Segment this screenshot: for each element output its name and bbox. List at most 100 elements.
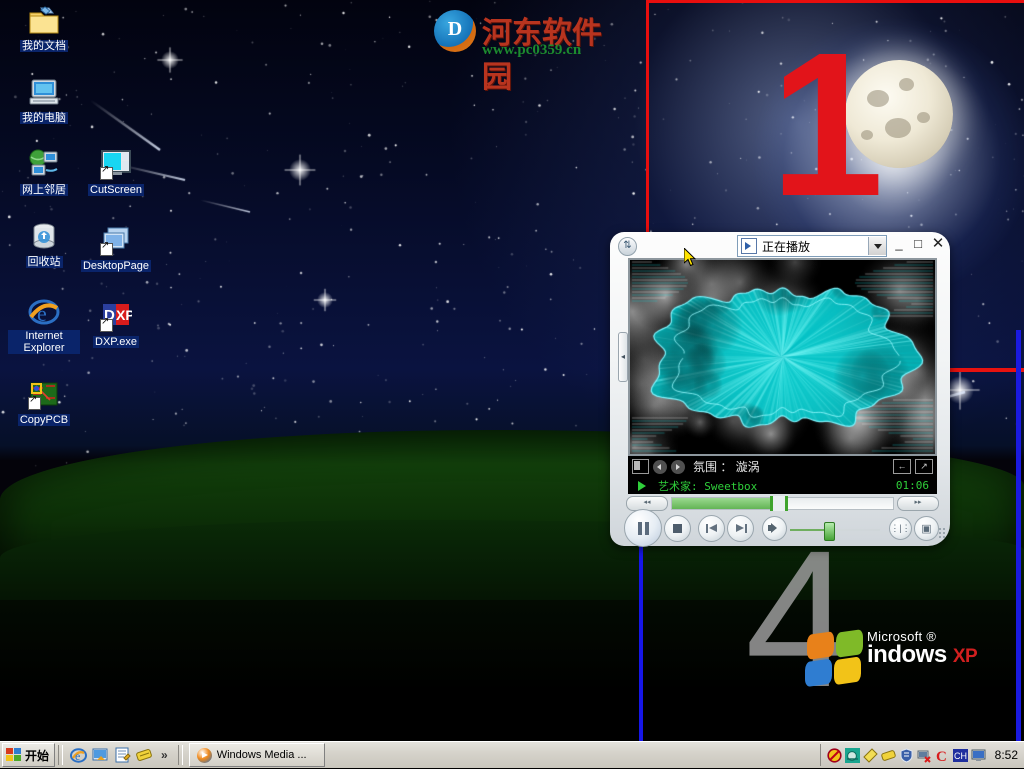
- taskbar-divider-2: [177, 745, 183, 765]
- desktop-icon-internet-explorer-label: Internet Explorer: [8, 330, 80, 354]
- next-button[interactable]: [727, 515, 754, 542]
- mute-button[interactable]: [762, 516, 787, 541]
- player-orb-button[interactable]: ⇅: [618, 237, 637, 256]
- elapsed-time: 01:06: [895, 479, 929, 492]
- visualization-frame[interactable]: [628, 258, 937, 456]
- pause-icon: [637, 521, 649, 535]
- tray-icon-display[interactable]: [971, 748, 986, 763]
- desktop-icon-copypcb[interactable]: CopyPCB: [8, 378, 80, 428]
- resize-grip[interactable]: [939, 528, 946, 538]
- tray-icon-winamp[interactable]: [880, 748, 896, 763]
- stop-icon: [673, 524, 682, 533]
- seek-slider[interactable]: [671, 496, 894, 511]
- xp-windows-text: indows: [867, 641, 947, 668]
- desktop-icon-cutscreen[interactable]: CutScreen: [80, 148, 152, 198]
- desktop-icon-my-documents-label: 我的文档: [20, 40, 68, 52]
- desktop-icon-network[interactable]: 网上邻居: [8, 148, 80, 198]
- start-button[interactable]: 开始: [2, 743, 56, 767]
- viz-next-button[interactable]: [671, 459, 685, 474]
- annotation-red-line-horizontal: [940, 368, 1024, 372]
- quick-launch-internet-explorer[interactable]: e: [70, 747, 88, 764]
- visualization-canvas[interactable]: [630, 260, 935, 454]
- windows-xp-logo: Microsoft ® indows XP: [805, 625, 1020, 697]
- seek-row[interactable]: ◂◂ ▸▸: [626, 496, 939, 511]
- player-collapse-handle[interactable]: ◂: [618, 332, 628, 382]
- close-button[interactable]: ✕: [930, 236, 946, 252]
- previous-icon: [705, 523, 718, 534]
- desktop-icon-dxp-exe-label: DXP.exe: [93, 336, 139, 348]
- quick-launch-overflow[interactable]: »: [158, 748, 171, 762]
- volume-track: [790, 529, 880, 531]
- quick-launch-notepad[interactable]: [114, 747, 131, 764]
- chevron-down-icon[interactable]: [868, 237, 886, 255]
- watermark-logo-letter: D: [447, 18, 463, 40]
- desktop-icon-cutscreen-glyph: [100, 148, 132, 180]
- svg-text:e: e: [37, 301, 47, 326]
- taskbar[interactable]: 开始 e » Windows Media ... C CH 8:52: [0, 741, 1024, 768]
- viz-expand-button[interactable]: ↗: [915, 459, 933, 474]
- taskbar-clock[interactable]: 8:52: [995, 748, 1018, 762]
- windows-media-player-window[interactable]: ⇅ 正在播放 _ □ ✕ ◂ 氛围 ： 漩涡 ← ↗ 艺术家: Sweetbox…: [610, 232, 950, 547]
- tray-icon-note[interactable]: [862, 747, 878, 763]
- annotation-red-line-top: [646, 0, 1024, 3]
- viz-select-icon[interactable]: [632, 459, 649, 474]
- taskbar-button-windows-media-player[interactable]: Windows Media ...: [188, 743, 325, 767]
- shortcut-overlay-icon: [100, 240, 113, 256]
- shortcut-overlay-icon: [100, 164, 113, 180]
- minimize-button[interactable]: _: [891, 236, 907, 252]
- desktop-icon-recycle-bin-glyph: [28, 220, 60, 252]
- quick-launch-show-desktop[interactable]: [92, 747, 109, 764]
- speaker-icon: [768, 523, 781, 534]
- seek-thumb[interactable]: [769, 496, 788, 511]
- tray-icon-antivirus[interactable]: [827, 747, 842, 763]
- desktop-icon-recycle-bin-label: 回收站: [25, 256, 63, 268]
- desktop-icon-desktoppage[interactable]: DesktopPage: [80, 224, 152, 274]
- maximize-button[interactable]: □: [910, 236, 926, 252]
- task-button-area: Windows Media ...: [186, 743, 325, 767]
- taskbar-button-label: Windows Media ...: [216, 749, 307, 761]
- tray-icon-updater[interactable]: [844, 747, 860, 763]
- now-playing-icon: [741, 238, 757, 254]
- viz-prev-button[interactable]: [653, 459, 667, 474]
- now-playing-combo[interactable]: 正在播放: [737, 235, 887, 257]
- pause-button[interactable]: [624, 509, 662, 547]
- desktop-icon-my-documents[interactable]: 我的文档: [8, 4, 80, 54]
- tray-icon-shield[interactable]: [899, 747, 914, 763]
- skin-chooser-button[interactable]: ▣: [914, 516, 939, 541]
- desktop-icon-my-computer[interactable]: 我的电脑: [8, 76, 80, 126]
- taskbar-divider-1: [58, 745, 64, 765]
- seek-progress-fill: [672, 498, 776, 509]
- shortcut-overlay-icon: [28, 394, 41, 410]
- svg-text:e: e: [75, 749, 80, 763]
- artist-label: 艺术家: Sweetbox: [658, 479, 758, 493]
- stop-button[interactable]: [664, 515, 691, 542]
- previous-button[interactable]: [698, 515, 725, 542]
- desktop-icon-dxp-exe-glyph: D XP: [100, 300, 135, 332]
- tray-icon-ime-ch[interactable]: CH: [952, 748, 968, 763]
- quick-launch-winamp[interactable]: [136, 747, 153, 764]
- transport-controls: ⋮|⋮ ▣: [610, 509, 950, 547]
- viz-back-button[interactable]: ←: [893, 459, 911, 474]
- desktop-icon-recycle-bin[interactable]: 回收站: [8, 220, 80, 270]
- start-button-label: 开始: [25, 748, 50, 763]
- tray-icon-c-app[interactable]: C: [935, 748, 950, 765]
- volume-thumb[interactable]: [823, 522, 835, 541]
- quick-launch-bar: e »: [66, 747, 175, 764]
- fast-forward-button[interactable]: ▸▸: [897, 496, 939, 511]
- desktop-icon-desktoppage-label: DesktopPage: [80, 260, 152, 272]
- visualization-selector-bar: 氛围 ： 漩涡 ← ↗: [628, 456, 937, 477]
- mouse-cursor: [684, 248, 696, 267]
- shortcut-overlay-icon: [100, 316, 113, 332]
- desktop-icon-dxp-exe[interactable]: DXP DXP.exe: [80, 300, 152, 350]
- player-title-bar[interactable]: ⇅ 正在播放 _ □ ✕: [610, 232, 950, 258]
- tray-icon-network-disconnected[interactable]: [917, 748, 932, 763]
- volume-slider[interactable]: [790, 522, 880, 541]
- equalizer-button[interactable]: ⋮|⋮: [889, 517, 912, 540]
- now-playing-combo-value: 正在播放: [762, 239, 811, 254]
- start-flag-icon: [6, 748, 22, 762]
- desktop-icon-my-computer-glyph: [28, 76, 60, 108]
- annotation-digit-one: 1: [770, 10, 885, 239]
- desktop-icon-copypcb-glyph: [28, 378, 60, 410]
- desktop-icon-internet-explorer[interactable]: e Internet Explorer: [8, 296, 80, 356]
- desktop-icon-cutscreen-label: CutScreen: [88, 184, 144, 196]
